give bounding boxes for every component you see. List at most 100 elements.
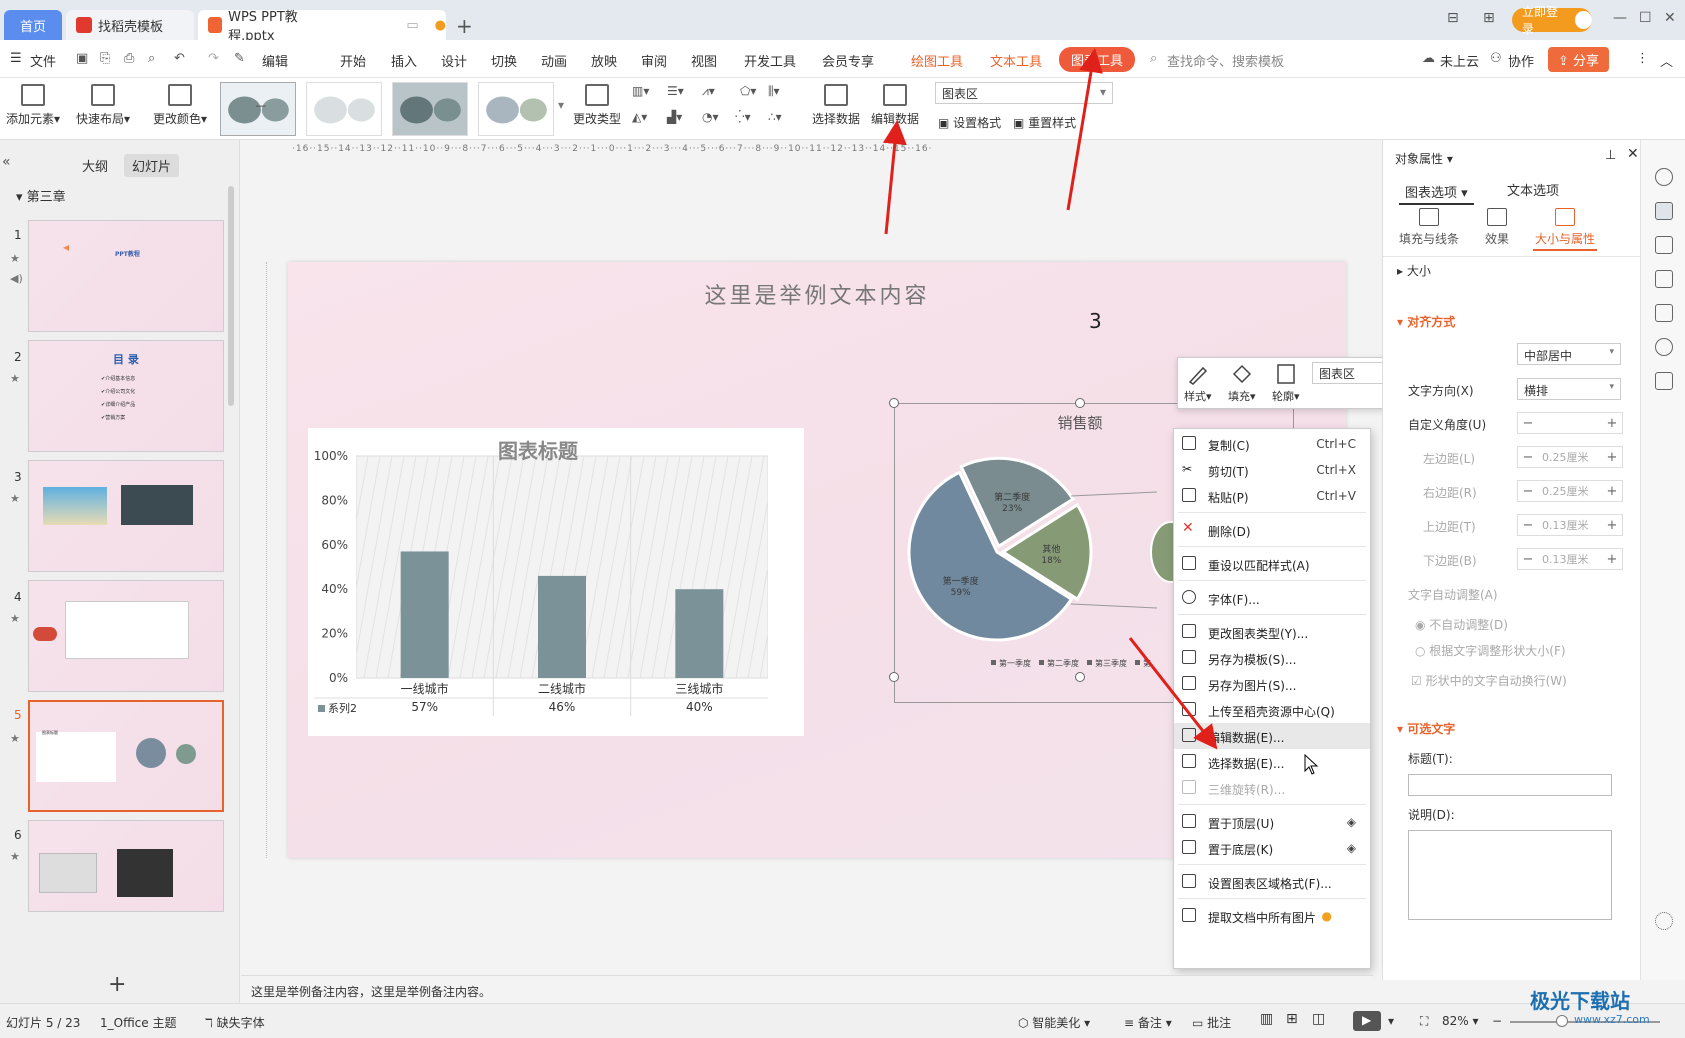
collapse-panel-icon[interactable]: « <box>2 154 11 170</box>
properties-icon[interactable] <box>1655 202 1673 220</box>
resize-handle[interactable] <box>1075 672 1085 682</box>
subtab-size-properties[interactable]: 大小与属性 <box>1533 208 1597 251</box>
bar-chart-icon[interactable]: ☰▾ <box>667 84 684 98</box>
menu-developer[interactable]: 开发工具 <box>744 51 796 70</box>
menu-animation[interactable]: 动画 <box>541 51 567 70</box>
menu-view[interactable]: 视图 <box>691 51 717 70</box>
login-button[interactable]: 立即登录 <box>1512 5 1592 36</box>
stock-chart-icon[interactable]: ⫼▾ <box>768 84 780 99</box>
plus-icon[interactable]: + <box>1602 450 1622 465</box>
redo-icon[interactable]: ↷ <box>208 51 219 66</box>
menu-start[interactable]: 开始 <box>340 51 366 70</box>
menu-review[interactable]: 审阅 <box>641 51 667 70</box>
bottom-margin-value[interactable]: 0.13厘米 <box>1538 551 1602 567</box>
chart-style-3[interactable] <box>392 82 468 136</box>
menu-text-tools[interactable]: 文本工具 <box>990 51 1042 70</box>
left-margin-stepper[interactable]: −0.25厘米 + <box>1517 446 1623 468</box>
style-button[interactable]: 样式▾ <box>1184 362 1212 404</box>
close-panel-icon[interactable]: ✕ <box>1627 146 1639 162</box>
play-slideshow-button[interactable]: ▶ <box>1353 1011 1381 1031</box>
angle-stepper[interactable]: − + <box>1517 412 1623 434</box>
normal-view-icon[interactable]: ▥ <box>1260 1011 1273 1027</box>
plus-icon[interactable]: + <box>1602 518 1622 533</box>
monitor-icon[interactable]: ▭ <box>406 18 418 33</box>
undo-icon[interactable]: ↶ <box>174 51 185 66</box>
image-icon[interactable] <box>1655 304 1673 322</box>
menu-item-select-data[interactable]: 选择数据(E)... <box>1174 749 1370 775</box>
print-preview-icon[interactable]: ⌕ <box>148 51 155 66</box>
menu-insert[interactable]: 插入 <box>391 51 417 70</box>
sorter-view-icon[interactable]: ⊞ <box>1286 1011 1298 1027</box>
comments-icon[interactable] <box>1655 270 1673 288</box>
right-margin-stepper[interactable]: −0.25厘米 + <box>1517 480 1623 502</box>
tab-document[interactable]: WPS PPT教程.pptx ▭ ● <box>198 10 446 44</box>
share-button[interactable]: ⇪ 分享 <box>1548 47 1610 72</box>
plus-icon[interactable]: + <box>1602 552 1622 567</box>
style-gallery-expand-icon[interactable]: ▾ <box>558 98 564 112</box>
area-chart-icon[interactable]: ◭▾ <box>632 110 647 124</box>
left-margin-value[interactable]: 0.25厘米 <box>1538 449 1602 465</box>
resize-handle[interactable] <box>889 672 899 682</box>
command-search-input[interactable]: 查找命令、搜索模板 <box>1167 51 1284 70</box>
grid-icon[interactable]: ⊞ <box>1483 10 1495 26</box>
submenu-icon[interactable]: ◈ <box>1347 841 1356 855</box>
tab-outline[interactable]: 大纲 <box>74 154 116 177</box>
section-heading[interactable]: ▾ 第三章 <box>16 186 66 205</box>
settings-icon[interactable] <box>1655 912 1673 930</box>
export-pdf-icon[interactable]: ⎘ <box>100 51 110 66</box>
tab-slides[interactable]: 幻灯片 <box>124 154 180 177</box>
minimize-icon[interactable]: — <box>1613 10 1627 26</box>
close-window-icon[interactable]: ✕ <box>1664 10 1676 26</box>
vertical-align-select[interactable]: 中部居中 ▾ <box>1517 343 1621 365</box>
minus-icon[interactable]: − <box>1518 450 1538 465</box>
menu-item-reset-style[interactable]: 重设以匹配样式(A) <box>1174 551 1370 577</box>
theme-name[interactable]: 1_Office 主题 <box>100 1014 176 1031</box>
save-icon[interactable]: ▣ <box>76 51 88 66</box>
menu-item-cut[interactable]: ✂ 剪切(T) Ctrl+X <box>1174 457 1370 483</box>
chart-element-select[interactable]: 图表区 ▾ <box>935 82 1113 104</box>
layout-icon[interactable]: ⊟ <box>1447 10 1459 26</box>
menu-item-copy[interactable]: 复制(C) Ctrl+C <box>1174 431 1370 457</box>
tab-home[interactable]: 首页 <box>4 10 62 40</box>
menu-member[interactable]: 会员专享 <box>822 51 874 70</box>
slide-thumb-1[interactable]: ◀ PPT教程 <box>28 220 224 332</box>
book-icon[interactable] <box>1655 372 1673 390</box>
bar-chart[interactable]: 100% 80% 60% 40% 20% 0% 图表标题 一线城市 57% 二线城市 46% 三线城市… <box>308 428 825 736</box>
menu-item-bring-front[interactable]: 置于顶层(U) ◈ <box>1174 809 1370 835</box>
scatter-chart-icon[interactable]: ⁛▾ <box>735 110 751 124</box>
collapse-ribbon-icon[interactable]: ︿ <box>1660 51 1673 70</box>
menu-item-save-template[interactable]: 另存为模板(S)... <box>1174 645 1370 671</box>
smart-beautify-button[interactable]: ⬡ 智能美化 ▾ <box>1018 1014 1090 1031</box>
top-margin-stepper[interactable]: −0.13厘米 + <box>1517 514 1623 536</box>
reading-view-icon[interactable]: ◫ <box>1312 1011 1325 1027</box>
edit-data-button[interactable]: 编辑数据 <box>871 84 919 127</box>
new-tab-button[interactable]: + <box>456 14 473 38</box>
fit-window-icon[interactable]: ⛶ <box>1420 1014 1428 1029</box>
zoom-slider-knob[interactable] <box>1556 1015 1568 1027</box>
hamburger-icon[interactable]: ☰ <box>10 51 22 66</box>
bubble-chart-icon[interactable]: ∴▾ <box>768 110 782 124</box>
no-autofit-radio[interactable]: ◉ 不自动调整(D) <box>1415 616 1508 633</box>
speaker-notes[interactable]: 这里是举例备注内容，这里是举例备注内容。 <box>241 975 1373 1003</box>
animation-icon[interactable] <box>1655 236 1673 254</box>
location-icon[interactable] <box>1655 338 1673 356</box>
menu-item-send-back[interactable]: 置于底层(K) ◈ <box>1174 835 1370 861</box>
menu-item-paste[interactable]: 粘贴(P) Ctrl+V <box>1174 483 1370 509</box>
pie-chart-icon[interactable]: ◔▾ <box>702 110 719 124</box>
menu-file[interactable]: 文件 <box>30 51 56 70</box>
thumbs-scrollbar[interactable] <box>228 186 234 406</box>
zoom-out-icon[interactable]: − <box>1492 1014 1502 1028</box>
more-icon[interactable]: ⋮ <box>1636 51 1649 66</box>
menu-item-save-image[interactable]: 另存为图片(S)... <box>1174 671 1370 697</box>
slide-thumb-4[interactable] <box>28 580 224 692</box>
menu-item-upload[interactable]: 上传至稻壳资源中心(Q) <box>1174 697 1370 723</box>
slide-title[interactable]: 这里是举例文本内容 <box>288 278 1346 310</box>
bottom-margin-stepper[interactable]: −0.13厘米 + <box>1517 548 1623 570</box>
resize-handle[interactable] <box>889 398 899 408</box>
notes-toggle[interactable]: ≡ 备注 ▾ <box>1124 1014 1172 1031</box>
print-icon[interactable]: ⎙ <box>124 51 134 66</box>
align-section-toggle[interactable]: ▾ 对齐方式 <box>1397 313 1455 330</box>
collab-button[interactable]: 协作 <box>1508 51 1534 70</box>
resize-handle[interactable] <box>1075 398 1085 408</box>
resize-shape-radio[interactable]: ○ 根据文字调整形状大小(F) <box>1415 642 1566 659</box>
